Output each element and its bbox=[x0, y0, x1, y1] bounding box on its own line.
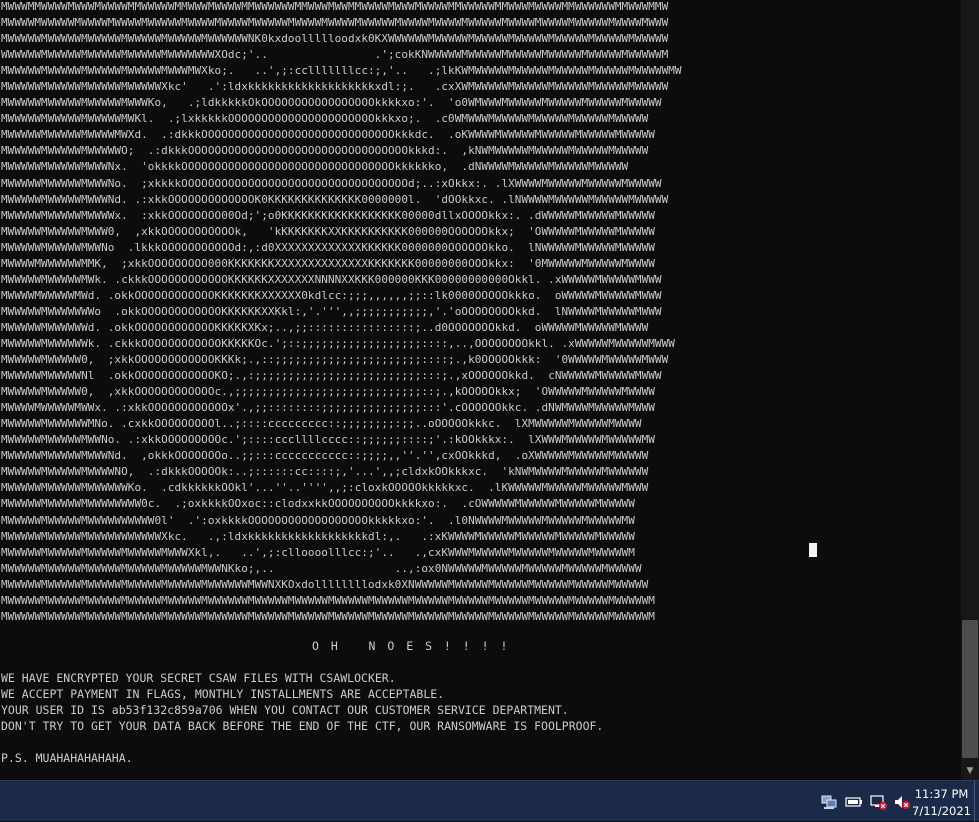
message-line: DON'T TRY TO GET YOUR DATA BACK BEFORE T… bbox=[1, 719, 604, 733]
ascii-art-line: MWWWWWMWWWWWMWWWWNO, .:dkkkOOOOOk:..;:::… bbox=[1, 465, 649, 479]
ascii-art-line: MWWWWWMWWWWWMWWNo. .:xkkOOOOOOOOOc.';:::… bbox=[1, 433, 655, 447]
clock-date: 7/11/2021 bbox=[912, 804, 971, 818]
ascii-art-line: MWWWWWMWWWWWMWWWWWMWWWWWMWWWWWMWWWWWWMWW… bbox=[1, 609, 655, 623]
text-cursor bbox=[809, 543, 817, 557]
ascii-art-line: MWWWWWMWWWWWMWWWWWWKo. .cdkkkkkkOOkl'...… bbox=[1, 481, 649, 495]
ascii-art-line: MWWWWWMWWWWWMWWWNo. ;xkkkkOOOOOOOOOOOOOO… bbox=[1, 176, 662, 190]
ascii-art-line: MWWWWWMWWWWWMWWWNx. 'okkkkOOOOOOOOOOOOOO… bbox=[1, 160, 629, 174]
ascii-art-line: MWWWWWMWWWWWMWWWWWMWWWWWMWWWXkl,. ..',;:… bbox=[1, 545, 635, 559]
ascii-art-line: MWWWWWMWWWWWNl .okkOOOOOOOOOOOOKO;.,:;;;… bbox=[1, 369, 662, 383]
ascii-art-line: MWWWWWMWWWWWMWWWWWWWWWW0l' .':oxkkkkOOOO… bbox=[1, 513, 635, 527]
ascii-art-line: MWWWWWMWWWWWMWWW0, ,xkkOOOOOOOOOOOk, 'kK… bbox=[1, 224, 655, 238]
scrollbar-thumb[interactable] bbox=[962, 620, 978, 758]
ascii-art-line: MWWWWMWWWWWMWWx. .:xkkOOOOOOOOOOOOx'.,;;… bbox=[1, 401, 655, 415]
ascii-art-line: MWWWWWMWWWWWMWWWWWMWWWWWMWWWWWMWWNKko;,.… bbox=[1, 561, 642, 575]
ascii-art-line: MWWWWWMWWWWWMWWWNd. .:xkkOOOOOOOOOOOOOK0… bbox=[1, 192, 669, 206]
ascii-art-line: MWWWWWMWWWWWWd. .okkOOOOOOOOOOOOKKKKKXKx… bbox=[1, 320, 649, 334]
ascii-art-line: MWWWWWMWWWWWMWWWWWMWKl. .;lxkkkkkOOOOOOO… bbox=[1, 112, 649, 126]
ascii-art-line: MWWWWWMWWWWWMWWWWWMWWWWWMWWWWWMWWWWWWMWW… bbox=[1, 593, 655, 607]
ascii-art-line: MWWWWWMWWWWWWk. .ckkkOOOOOOOOOOOOKKKKKOc… bbox=[1, 336, 675, 350]
show-desktop-button[interactable] bbox=[974, 781, 979, 822]
volume-muted-icon[interactable] bbox=[893, 793, 911, 811]
ascii-art-line: MWWWWMWWWWWWMMK, ;xkkOOOOOOOOO000KKKKKKK… bbox=[1, 256, 655, 270]
network-error-icon[interactable] bbox=[870, 793, 888, 811]
ascii-art-line: MWWWWWMWWWWWMWWWWWO; .:dkkkOOOOOOOOOOOOO… bbox=[1, 144, 649, 158]
ascii-art-line: MWWWWWMWWWWWMWWWWWMWWWKo, .;ldkkkkkOkOOO… bbox=[1, 96, 662, 110]
ransom-postscript: P.S. MUAHAHAHAHAHA. bbox=[1, 751, 133, 765]
ascii-art-line: MWWWWMWWWWWMWWWWMWWWWMWWWWWMWWWWMWWWWMWW… bbox=[1, 16, 669, 30]
scroll-down-arrow-icon[interactable]: ▼ bbox=[961, 762, 979, 780]
ascii-art-line: MWWWWWMWWWWW0, ;xkkOOOOOOOOOOOOKKKk;.,::… bbox=[1, 353, 669, 367]
ascii-art-line: MWWWWWMWWWWWMWWNo .lkkkOOOOOOOOOOOd:,:d0… bbox=[1, 240, 655, 254]
ascii-art-line: MWWWWWMWWWWWMWWWNd. ,okkkOOOOOOOo..;;:::… bbox=[1, 449, 649, 463]
ascii-art-line: MWWWWMWWWWWMWd. .okkOOOOOOOOOOOOKKKKKKKX… bbox=[1, 288, 662, 302]
ransom-message: WE HAVE ENCRYPTED YOUR SECRET CSAW FILES… bbox=[1, 670, 603, 734]
ransom-headline: O H N O E S ! ! ! ! bbox=[312, 639, 510, 653]
ascii-art-line: MWWWWWMWWWWWMWWWWWMWWWWWMWWWWWMWWWWWWNK0… bbox=[1, 32, 669, 46]
ascii-art-line: MWWWWWMWWWWWMWWWWMWXd. .:dkkkOOOOOOOOOOO… bbox=[1, 128, 655, 142]
taskbar-clock[interactable]: 11:37 PM 7/11/2021 bbox=[912, 786, 971, 820]
ascii-art-line: MWWWWWMWWWWWMWWWWx. :xkkOOOOOOOO00Od;';o… bbox=[1, 208, 655, 222]
message-line-user-id: YOUR USER ID IS ab53f132c859a706 WHEN YO… bbox=[1, 703, 569, 717]
battery-icon[interactable] bbox=[845, 793, 863, 811]
ascii-art-line: MWWWMMWWWWMWWWMWWWWMMWWWWWMMWWWMWWWWMMWW… bbox=[1, 0, 669, 13]
clock-time: 11:37 PM bbox=[914, 787, 969, 801]
ascii-art-logo: MWWWMMWWWWMWWWMWWWWMMWWWWWMMWWWMWWWWMMWW… bbox=[1, 0, 682, 625]
console-window[interactable]: MWWWMMWWWWMWWWMWWWWMMWWWWWMMWWWMWWWWMMWW… bbox=[0, 0, 961, 780]
message-line: WE HAVE ENCRYPTED YOUR SECRET CSAW FILES… bbox=[1, 671, 396, 685]
ascii-art-line: MWWWWWMWWWWWMWk. .ckkkOOOOOOOOOOOOKKKKKK… bbox=[1, 272, 662, 286]
ascii-art-line: MWWWWWMWWWWWMWWWWWMWWWWWMWWWWWMWWWWWWMWW… bbox=[1, 577, 649, 591]
ascii-art-line: MWWWWWMWWWWWWMNo. .cxkkOOOOOOOOOl..;::::… bbox=[1, 417, 642, 431]
ascii-art-line: MWWWWWMWWWWWWWo .okkOOOOOOOOOOOOKKKKKKXX… bbox=[1, 304, 662, 318]
ascii-art-line: MWWWWWMWWWWWMWWWWWWWW0c. .;oxkkkkOOxoc::… bbox=[1, 497, 635, 511]
ascii-art-line: MWWWWWMWWWWWMWWWWWMWWWWWMWWWMWXko;. ..',… bbox=[1, 64, 682, 78]
ascii-art-line: MWWWWWMWWWWWMWWWWWMWWWWWXkc' .':ldxkkkkk… bbox=[1, 80, 669, 94]
ascii-art-line: WWWWWWMWWWWWMWWWWWMWWWWWMWWWWWWWXOdc;'..… bbox=[1, 48, 669, 62]
taskbar: 11:37 PM 7/11/2021 bbox=[0, 780, 979, 822]
message-line: WE ACCEPT PAYMENT IN FLAGS, MONTHLY INST… bbox=[1, 687, 445, 701]
ascii-art-line: MWWWWWMWWWWWMWWWWWWWWWWWXkc. .,:ldxkkkkk… bbox=[1, 529, 635, 543]
ascii-art-line: MWWWWWMWWWWW0, ,xkkOOOOOOOOOOOOc.,;;;;;;… bbox=[1, 385, 655, 399]
network-tower-icon[interactable] bbox=[820, 793, 838, 811]
